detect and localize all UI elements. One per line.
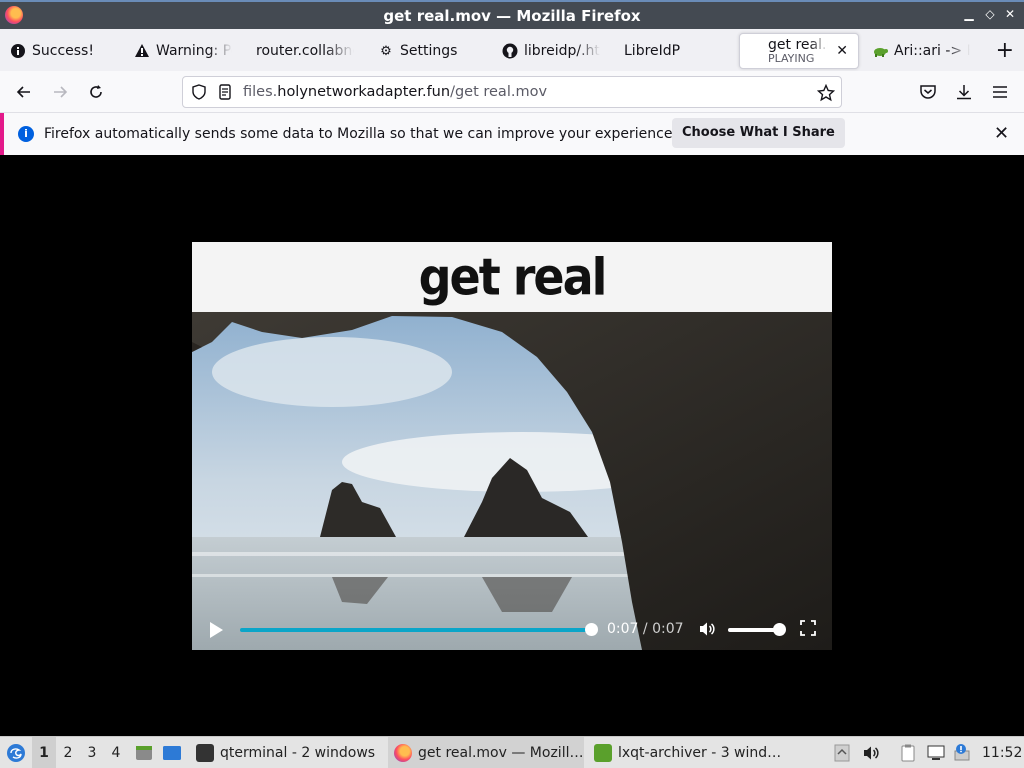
warning-icon (134, 43, 150, 59)
task-label: lxqt-archiver - 3 wind… (618, 745, 782, 761)
new-tab-button[interactable]: + (996, 38, 1014, 63)
navigation-toolbar: files.holynetworkadapter.fun/get real.mo… (0, 71, 1024, 113)
show-desktop-icon[interactable] (162, 737, 184, 768)
url-host: holynetworkadapter.fun (277, 84, 451, 100)
notification-message: Firefox automatically sends some data to… (44, 126, 677, 142)
close-notification-icon[interactable]: ✕ (994, 123, 1009, 144)
tab-warning[interactable]: Warning: Po (124, 33, 242, 69)
video-time: 0:07 / 0:07 (607, 621, 684, 637)
task-firefox[interactable]: get real.mov — Mozill… (388, 737, 584, 768)
task-qterminal[interactable]: qterminal - 2 windows (192, 737, 378, 768)
close-tab-icon[interactable]: ✕ (836, 43, 848, 59)
tab-label: Warning: Po (156, 43, 232, 59)
desktop-3[interactable]: 3 (80, 737, 104, 768)
hamburger-menu-icon[interactable] (988, 80, 1012, 104)
window-titlebar: get real.mov — Mozilla Firefox ▁ ◇ ✕ (0, 0, 1024, 29)
close-window-icon[interactable]: ✕ (1003, 7, 1017, 21)
desktop-4[interactable]: 4 (104, 737, 128, 768)
url-bar[interactable]: files.holynetworkadapter.fun/get real.mo… (182, 76, 842, 108)
tab-label: router.collabne (256, 43, 354, 59)
url-subdomain: files. (243, 84, 278, 100)
tab-label: Settings (400, 43, 458, 59)
tab-label: libreidp/.hta (524, 43, 600, 59)
tab-ari[interactable]: Ari::ari -> Fl (862, 33, 980, 69)
video-controls: 0:07 / 0:07 (192, 610, 832, 650)
page-info-icon[interactable] (217, 84, 233, 100)
url-path: /get real.mov (450, 84, 548, 100)
video-scrubber[interactable] (240, 623, 598, 636)
tab-router[interactable]: router.collabne (246, 33, 364, 69)
desktop-1[interactable]: 1 (32, 737, 56, 768)
video-frame (192, 312, 832, 650)
info-icon (10, 43, 26, 59)
bookmark-star-icon[interactable] (816, 83, 836, 102)
tab-get-real-active[interactable]: get real.m PLAYING ✕ (739, 33, 859, 69)
desktop-2[interactable]: 2 (56, 737, 80, 768)
shield-icon[interactable] (191, 84, 207, 100)
turtle-icon (872, 43, 888, 59)
pocket-icon[interactable] (916, 80, 940, 104)
tab-success[interactable]: Success! (0, 33, 118, 69)
media-viewer: get real 0:07 / 0:07 (0, 155, 1024, 736)
taskbar: 1 2 3 4 qterminal - 2 windows get real.m… (0, 736, 1024, 768)
firefox-logo-icon (5, 6, 23, 24)
volume-handle[interactable] (773, 623, 786, 636)
data-reporting-notification: i Firefox automatically sends some data … (0, 113, 1024, 155)
tab-label: get real.m (768, 37, 828, 53)
tab-libreidp[interactable]: LibreIdP (614, 33, 732, 69)
volume-icon[interactable] (698, 620, 716, 642)
tray-volume-icon[interactable] (862, 737, 882, 768)
clock[interactable]: 11:52 (982, 737, 1022, 768)
archiver-icon (594, 744, 612, 762)
gear-icon: ⚙ (380, 43, 392, 59)
volume-slider[interactable] (728, 623, 786, 636)
downloads-icon[interactable] (952, 80, 976, 104)
time-separator: / (642, 621, 648, 637)
tray-update-icon[interactable] (952, 737, 974, 768)
back-button[interactable] (12, 80, 36, 104)
fullscreen-icon[interactable] (800, 620, 816, 640)
tab-label: Success! (32, 43, 94, 59)
file-manager-icon[interactable] (134, 737, 154, 768)
maximize-icon[interactable]: ◇ (983, 7, 997, 21)
time-total: 0:07 (652, 621, 684, 637)
play-icon[interactable] (210, 622, 223, 638)
choose-what-i-share-button[interactable]: Choose What I Share (672, 118, 845, 148)
tab-settings[interactable]: ⚙ Settings (368, 33, 486, 69)
window-title: get real.mov — Mozilla Firefox (383, 6, 641, 25)
tray-expand-icon[interactable] (834, 737, 852, 768)
task-label: get real.mov — Mozill… (418, 745, 584, 761)
forward-button[interactable] (48, 80, 72, 104)
task-lxqt-archiver[interactable]: lxqt-archiver - 3 wind… (590, 737, 786, 768)
start-menu-icon[interactable] (4, 737, 28, 768)
video-player[interactable]: get real 0:07 / 0:07 (192, 242, 832, 650)
minimize-icon[interactable]: ▁ (962, 7, 976, 21)
info-icon: i (18, 126, 34, 142)
tab-strip: Success! Warning: Po router.collabne ⚙ S… (0, 29, 1024, 71)
tray-network-icon[interactable] (926, 737, 948, 768)
tray-clipboard-icon[interactable] (898, 737, 920, 768)
scrubber-handle[interactable] (585, 623, 598, 636)
tab-playing-label: PLAYING (768, 52, 815, 65)
time-current: 0:07 (607, 621, 639, 637)
tab-label: LibreIdP (624, 43, 681, 59)
video-caption: get real (418, 247, 608, 307)
tab-libreidp-htaccess[interactable]: libreidp/.hta (492, 33, 610, 69)
terminal-icon (196, 744, 214, 762)
firefox-icon (394, 744, 412, 762)
tab-label: Ari::ari -> Fl (894, 43, 970, 59)
github-icon (502, 43, 518, 59)
task-label: qterminal - 2 windows (220, 745, 376, 761)
video-caption-band: get real (192, 242, 832, 312)
reload-button[interactable] (84, 80, 108, 104)
